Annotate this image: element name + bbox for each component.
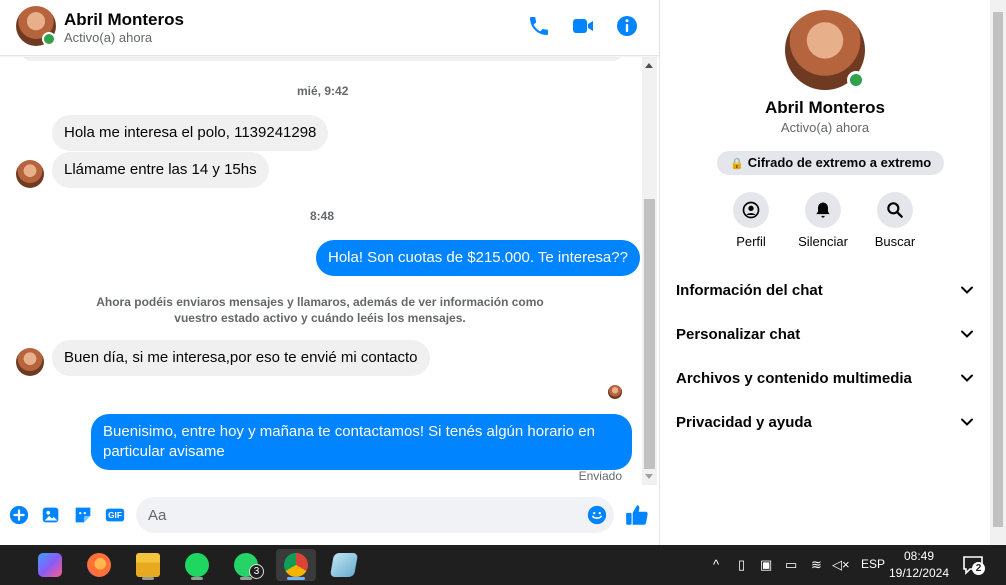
clock-date: 19/12/2024 (888, 566, 950, 580)
profile-status: Activo(a) ahora (780, 120, 870, 135)
meet-now-icon[interactable]: ▯ (738, 557, 745, 573)
messenger-app: Abril Monteros Activo(a) ahora mié, 9:42… (0, 0, 1006, 545)
system-notice-line1: Ahora podéis enviaros mensajes y llamaro… (96, 295, 544, 309)
search-icon (877, 192, 913, 228)
sticker-icon[interactable] (72, 504, 94, 526)
emoji-icon[interactable] (586, 504, 608, 526)
wifi-icon[interactable]: ≋ (811, 557, 822, 573)
message-list[interactable]: mié, 9:42 Hola me interesa el polo, 1139… (0, 57, 642, 485)
message-line: Buenisimo, entre hoy y mañana te contact… (103, 423, 595, 440)
copilot-icon[interactable] (30, 549, 70, 581)
menu-customize-chat[interactable]: Personalizar chat (676, 316, 974, 352)
search-button[interactable]: Buscar (859, 192, 931, 249)
video-icon[interactable] (571, 14, 595, 38)
running-indicator (240, 577, 252, 580)
action-label: Perfil (736, 234, 766, 249)
menu-privacy-help[interactable]: Privacidad y ayuda (676, 404, 974, 440)
message-bubble-outgoing[interactable]: Hola! Son cuotas de $215.000. Te interes… (316, 240, 640, 276)
contact-avatar-small (16, 160, 44, 188)
bell-icon (805, 192, 841, 228)
encryption-badge[interactable]: 🔒 Cifrado de extremo a extremo (717, 151, 945, 175)
panel-scrollbar[interactable] (990, 0, 1006, 545)
firefox-icon[interactable] (79, 549, 119, 581)
svg-text:GIF: GIF (108, 511, 122, 520)
message-bubble-incoming[interactable]: Buen día, si me interesa,por eso te envi… (52, 340, 430, 376)
volume-muted-icon[interactable]: ◁× (832, 557, 850, 573)
mute-button[interactable]: Silenciar (787, 192, 859, 249)
chat-header: Abril Monteros Activo(a) ahora (0, 0, 659, 56)
menu-label: Privacidad y ayuda (676, 413, 812, 431)
online-indicator (42, 32, 56, 46)
notification-center-icon[interactable]: 2 (962, 555, 985, 575)
menu-label: Personalizar chat (676, 325, 801, 343)
windows-taskbar: 3 ^ ▯ ▣ ▭ ≋ ◁× ESP 08:49 19/12/2024 2 (0, 545, 1006, 585)
chrome-icon[interactable] (276, 549, 316, 581)
profile-button[interactable]: Perfil (715, 192, 787, 249)
contact-name[interactable]: Abril Monteros (64, 10, 184, 30)
running-indicator (142, 577, 154, 580)
chevron-down-icon (961, 418, 973, 426)
message-line: particular avisame (103, 443, 225, 460)
running-indicator (191, 577, 203, 580)
message-bubble-incoming[interactable]: Llámame entre las 14 y 15hs (52, 152, 269, 188)
scroll-up-arrow-icon[interactable] (645, 63, 653, 68)
phone-icon[interactable] (527, 14, 551, 38)
gif-icon[interactable]: GIF (104, 504, 126, 526)
chevron-up-icon[interactable]: ^ (713, 557, 719, 572)
profile-name: Abril Monteros (765, 98, 885, 117)
notes-icon[interactable] (324, 549, 364, 581)
message-input[interactable] (136, 497, 614, 533)
system-notice-line2: vuestro estado activo y cuándo leéis los… (174, 311, 466, 325)
battery-icon[interactable]: ▭ (785, 557, 797, 573)
whatsapp-icon[interactable]: 3 (226, 549, 266, 581)
online-indicator (847, 71, 865, 89)
menu-media-files[interactable]: Archivos y contenido multimedia (676, 360, 974, 396)
scroll-thumb[interactable] (993, 12, 1003, 527)
notification-count: 2 (972, 562, 985, 575)
plus-icon[interactable] (8, 504, 30, 526)
system-clock[interactable]: 08:49 19/12/2024 (888, 548, 950, 582)
menu-label: Archivos y contenido multimedia (676, 369, 912, 387)
chevron-down-icon (961, 286, 973, 294)
menu-label: Información del chat (676, 281, 823, 299)
lock-icon: 🔒 (730, 158, 744, 170)
clock-time: 08:49 (903, 549, 935, 563)
language-indicator[interactable]: ESP (861, 557, 885, 571)
timestamp: mié, 9:42 (297, 84, 349, 98)
like-icon[interactable] (624, 502, 650, 528)
seen-avatar-icon (608, 385, 622, 399)
contact-status: Activo(a) ahora (64, 30, 153, 45)
timestamp: 8:48 (310, 209, 335, 223)
contact-avatar-small (16, 348, 44, 376)
spotify-icon[interactable] (177, 549, 217, 581)
chat-scrollbar[interactable] (642, 57, 657, 485)
info-icon[interactable] (615, 14, 639, 38)
action-label: Buscar (874, 234, 916, 249)
action-label: Silenciar (798, 234, 848, 249)
composer: GIF (0, 486, 659, 545)
contact-details-panel: Abril Monteros Activo(a) ahora 🔒 Cifrado … (660, 0, 990, 545)
message-bubble-incoming[interactable]: Hola me interesa el polo, 1139241298 (52, 115, 329, 151)
screen-capture-icon[interactable]: ▣ (760, 557, 772, 573)
chevron-down-icon (961, 330, 973, 338)
image-icon[interactable] (40, 504, 62, 526)
menu-chat-info[interactable]: Información del chat (676, 272, 974, 308)
encryption-label: Cifrado de extremo a extremo (747, 155, 932, 170)
scroll-thumb[interactable] (644, 199, 655, 469)
file-explorer-icon[interactable] (128, 549, 168, 581)
sent-status: Enviado (578, 469, 622, 483)
running-indicator (287, 577, 305, 580)
message-bubble-outgoing[interactable]: Buenisimo, entre hoy y mañana te contact… (91, 414, 632, 470)
profile-icon (733, 192, 769, 228)
previous-message (22, 57, 622, 61)
chevron-down-icon (961, 374, 973, 382)
scroll-down-arrow-icon[interactable] (645, 474, 653, 479)
